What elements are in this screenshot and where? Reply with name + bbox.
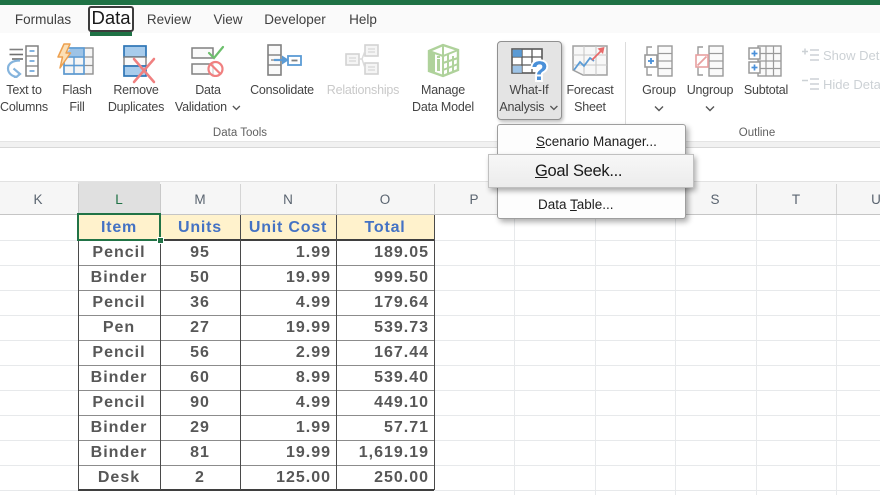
- svg-text:?: ?: [531, 56, 548, 82]
